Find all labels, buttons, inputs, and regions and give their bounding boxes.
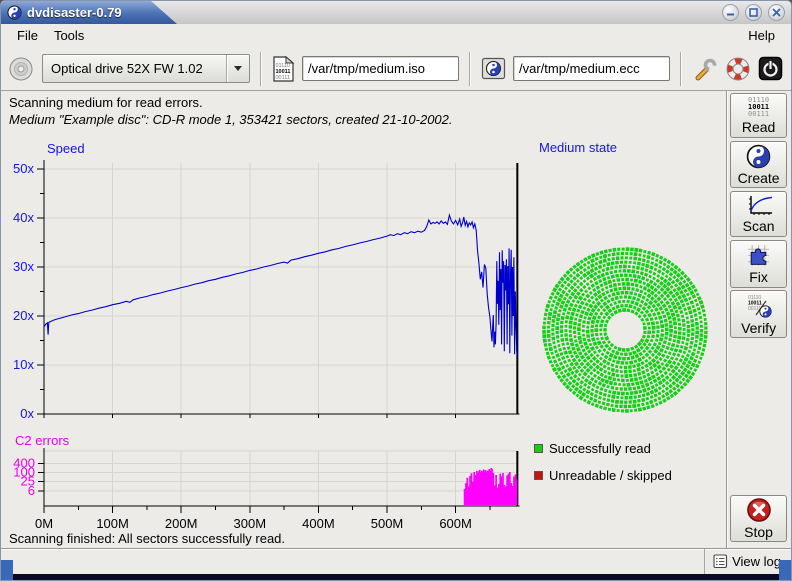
menubar: File Tools Help [1, 24, 791, 47]
scan-chart-icon [745, 194, 773, 217]
verify-icon: 01110 10011 00111 [745, 293, 773, 319]
svg-text:10x: 10x [13, 357, 34, 372]
read-button[interactable]: 01110 10011 00111 Read [730, 93, 787, 138]
titlebar[interactable]: dvdisaster-0.79 [1, 1, 791, 24]
svg-text:100M: 100M [96, 516, 129, 531]
quit-button[interactable] [758, 56, 783, 81]
resize-grip-right[interactable] [779, 560, 791, 581]
ecc-file-button[interactable] [481, 56, 506, 81]
scan-result-text: Scanning finished: All sectors successfu… [9, 531, 285, 546]
menu-file[interactable]: File [9, 26, 46, 45]
main-area: Scanning medium for read errors. Medium … [1, 91, 726, 548]
view-log-label: View log [732, 554, 781, 569]
drive-select-button[interactable] [7, 55, 35, 83]
toolbar: Optical drive 52X FW 1.02 01110 10011 00… [1, 47, 791, 91]
toolbar-separator [469, 52, 471, 86]
minimize-icon [726, 8, 735, 17]
resize-grip-left[interactable] [1, 560, 13, 581]
window-title: dvdisaster-0.79 [27, 5, 122, 20]
drive-select-combo[interactable]: Optical drive 52X FW 1.02 [42, 54, 250, 83]
preferences-button[interactable] [692, 56, 718, 82]
title-tab: dvdisaster-0.79 [1, 1, 193, 24]
svg-text:400: 400 [13, 455, 35, 470]
svg-text:400M: 400M [302, 516, 335, 531]
help-button[interactable] [725, 56, 751, 82]
binary-read-icon: 01110 10011 00111 [748, 97, 769, 118]
drive-select-value: Optical drive 52X FW 1.02 [51, 61, 226, 76]
legend-successfully-read: Successfully read [534, 441, 672, 456]
medium-state-legend: Successfully read Unreadable / skipped [534, 441, 672, 495]
toolbar-separator [680, 52, 682, 86]
close-icon [772, 8, 781, 17]
toolbar-separator [260, 52, 262, 86]
svg-text:0x: 0x [20, 406, 34, 421]
wrench-icon [692, 56, 718, 82]
svg-text:20x: 20x [13, 308, 34, 323]
legend-unreadable: Unreadable / skipped [534, 468, 672, 483]
action-status-text: Scanning medium for read errors. [9, 95, 203, 110]
verify-button[interactable]: 01110 10011 00111 Verify [730, 290, 787, 338]
svg-text:40x: 40x [13, 210, 34, 225]
chevron-down-icon [227, 66, 249, 71]
stop-icon [746, 497, 772, 523]
create-button[interactable]: Create [730, 141, 787, 188]
maximize-button[interactable] [745, 4, 762, 21]
scan-button[interactable]: Scan [730, 191, 787, 237]
yinyang-icon [746, 144, 771, 169]
iso-file-button[interactable]: 01110 10011 00111 [272, 55, 295, 83]
stop-button[interactable]: Stop [730, 495, 787, 542]
statusbar: View log [1, 548, 791, 574]
app-window: dvdisaster-0.79 File Tools Help [0, 0, 792, 581]
legend-label: Successfully read [549, 441, 651, 456]
good-sector-swatch [534, 444, 543, 453]
close-button[interactable] [768, 4, 785, 21]
app-logo-yinyang-icon [7, 5, 22, 20]
bad-sector-swatch [534, 471, 543, 480]
svg-text:600M: 600M [439, 516, 472, 531]
svg-text:30x: 30x [13, 259, 34, 274]
svg-text:0M: 0M [35, 516, 53, 531]
svg-text:50x: 50x [13, 161, 34, 176]
svg-text:200M: 200M [165, 516, 198, 531]
action-sidebar: 01110 10011 00111 Read Create Scan [726, 91, 791, 548]
lifebuoy-icon [725, 56, 751, 82]
minimize-button[interactable] [722, 4, 739, 21]
view-log-button[interactable]: View log [704, 549, 781, 574]
puzzle-icon [746, 243, 771, 268]
ecc-path-input[interactable] [513, 56, 670, 81]
window-bottom-border [1, 574, 791, 581]
log-list-icon [713, 554, 728, 569]
menu-help[interactable]: Help [740, 26, 783, 45]
legend-label: Unreadable / skipped [549, 468, 672, 483]
cd-drive-icon [7, 55, 35, 83]
medium-info-text: Medium "Example disc": CD-R mode 1, 3534… [9, 112, 453, 127]
menu-tools[interactable]: Tools [46, 26, 92, 45]
fix-button[interactable]: Fix [730, 240, 787, 288]
power-icon [758, 56, 783, 81]
iso-file-icon: 01110 10011 00111 [272, 55, 295, 83]
maximize-icon [749, 8, 758, 17]
svg-text:00111: 00111 [276, 75, 290, 81]
ecc-file-icon [481, 56, 506, 81]
iso-path-input[interactable] [302, 56, 459, 81]
svg-text:300M: 300M [234, 516, 267, 531]
svg-text:500M: 500M [371, 516, 404, 531]
medium-state-disc [535, 240, 715, 420]
